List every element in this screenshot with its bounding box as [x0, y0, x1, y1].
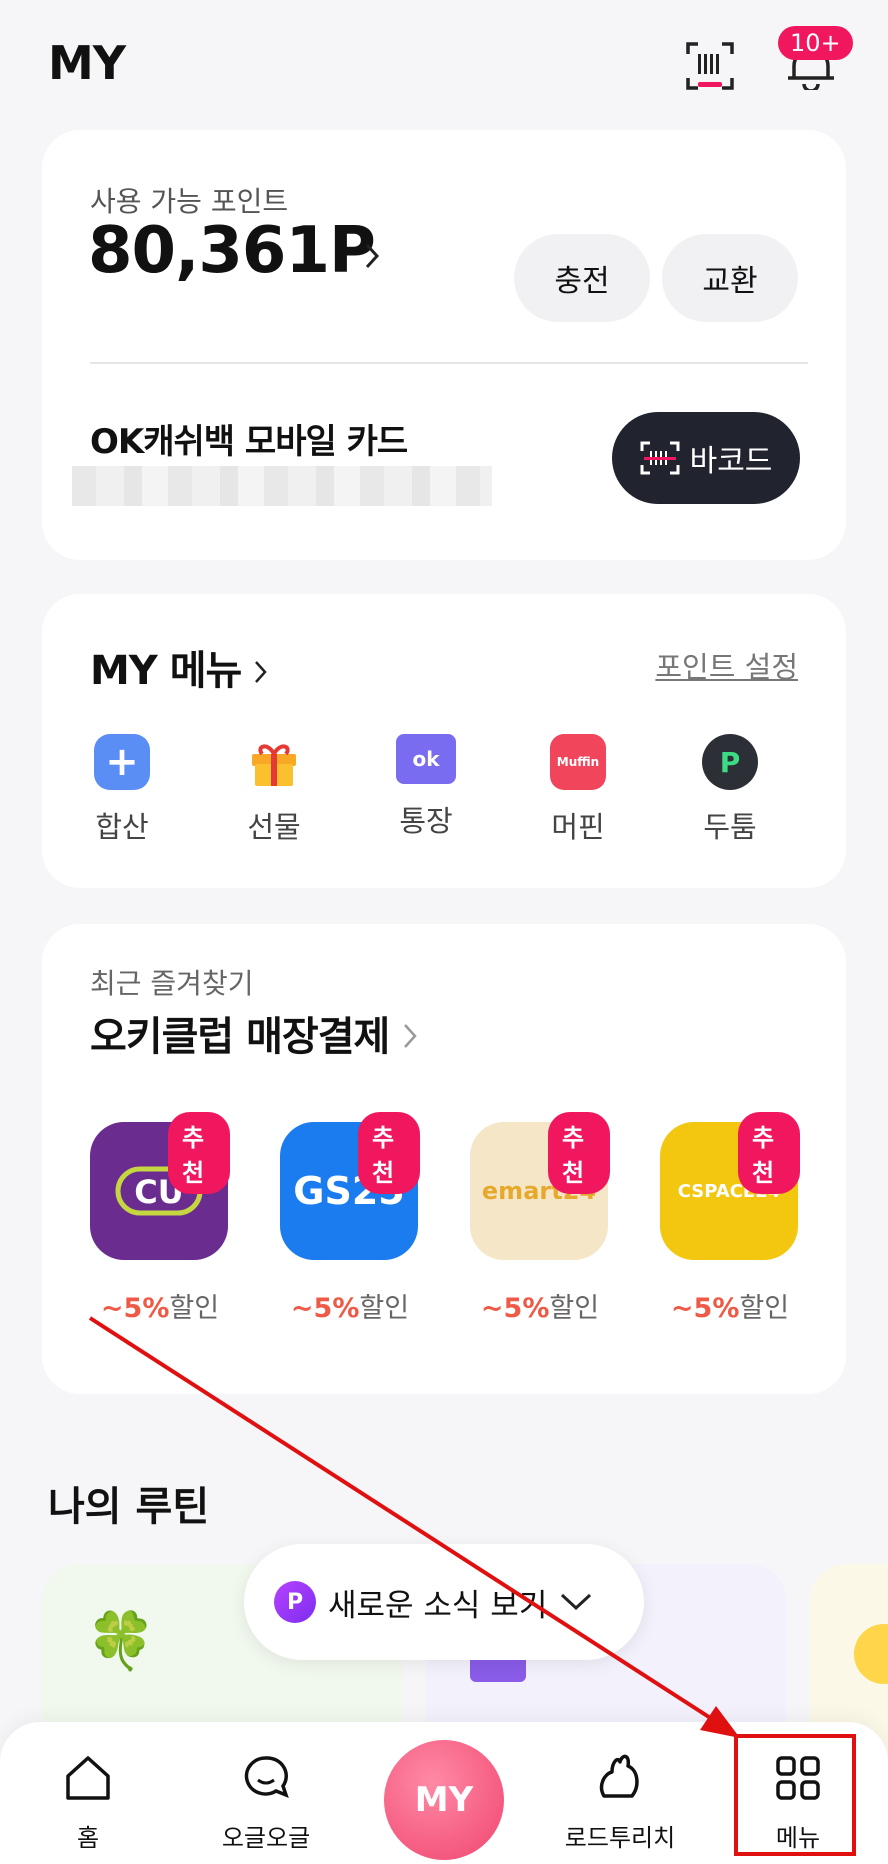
- annotation-arrow: [88, 1316, 740, 1738]
- annotation-highlight-box: [734, 1734, 856, 1856]
